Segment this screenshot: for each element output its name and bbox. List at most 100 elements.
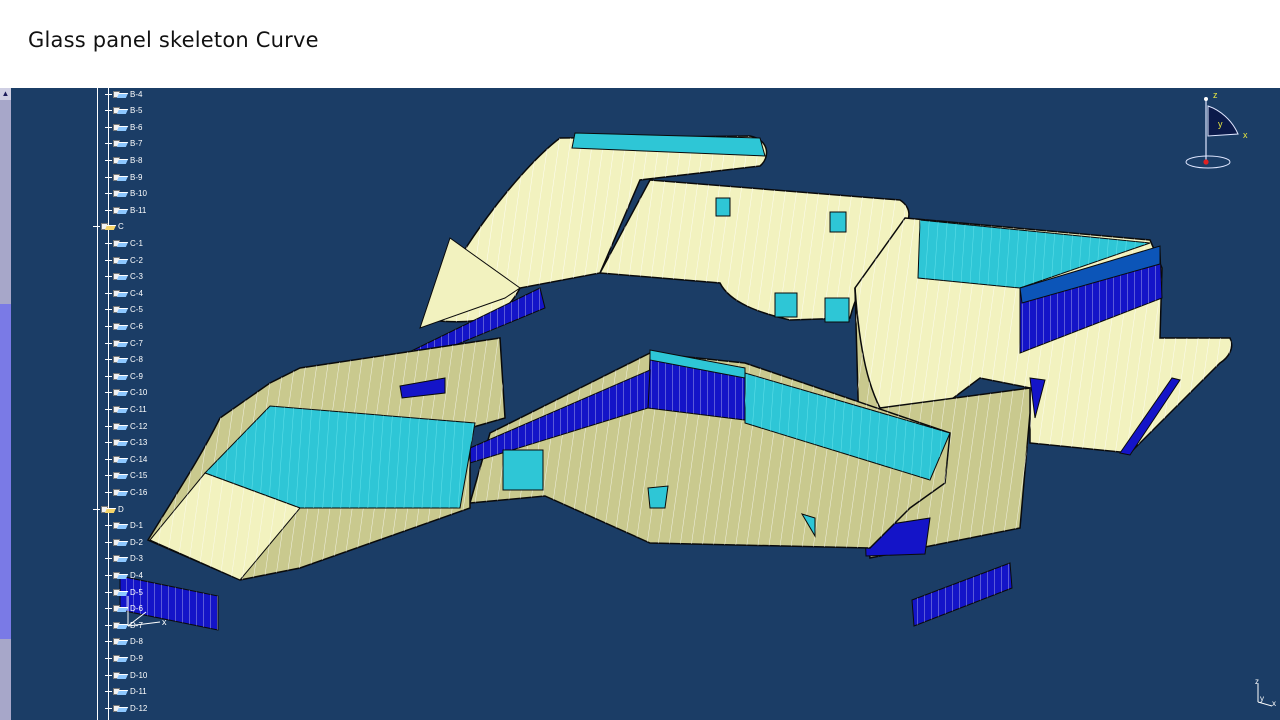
- tree-branch-line: [93, 508, 100, 510]
- tree-item-node[interactable]: C-13: [105, 436, 147, 450]
- tree-item-node[interactable]: B-9: [105, 170, 142, 184]
- tree-branch-line: [105, 242, 112, 244]
- tree-item-node[interactable]: B-4: [105, 88, 142, 101]
- sketch-curve-icon: [113, 521, 127, 530]
- sketch-curve-icon: [113, 289, 127, 298]
- tree-item-node[interactable]: B-6: [105, 120, 142, 134]
- tree-item-node[interactable]: C-7: [105, 336, 143, 350]
- tree-item-node[interactable]: D-1: [105, 519, 143, 533]
- sketch-curve-icon: [113, 156, 127, 165]
- sketch-curve-icon: [113, 388, 127, 397]
- tree-branch-line: [105, 93, 112, 95]
- tree-node-label: D-9: [130, 653, 143, 663]
- sketch-curve-icon: [113, 272, 127, 281]
- sketch-curve-icon: [113, 704, 127, 713]
- mini-z-label: z: [1255, 677, 1259, 686]
- tree-item-node[interactable]: C-12: [105, 419, 147, 433]
- tree-node-label: D-8: [130, 637, 143, 647]
- sketch-curve-icon: [113, 671, 127, 680]
- tree-item-node[interactable]: D-12: [105, 701, 147, 715]
- sketch-curve-icon: [113, 355, 127, 364]
- mini-y-label: y: [1260, 694, 1264, 703]
- tree-branch-line: [105, 691, 112, 693]
- tree-branch-line: [105, 342, 112, 344]
- tree-node-label: C-2: [130, 255, 143, 265]
- tree-item-node[interactable]: C-11: [105, 402, 147, 416]
- geometrical-set-icon: [101, 505, 115, 514]
- tree-item-node[interactable]: D-2: [105, 535, 143, 549]
- tree-branch-line: [105, 309, 112, 311]
- tree-branch-line: [105, 591, 112, 593]
- tree-branch-line: [105, 442, 112, 444]
- sketch-curve-icon: [113, 538, 127, 547]
- compass-z-label: z: [1213, 90, 1218, 100]
- tree-branch-line: [105, 674, 112, 676]
- tree-node-label: B-8: [130, 155, 143, 165]
- tree-item-node[interactable]: D-9: [105, 651, 143, 665]
- tree-branch-line: [105, 458, 112, 460]
- tree-item-node[interactable]: D-10: [105, 668, 147, 682]
- tree-node-label: B-10: [130, 189, 147, 199]
- sketch-curve-icon: [113, 173, 127, 182]
- tree-branch-line: [105, 657, 112, 659]
- tree-node-label: D-3: [130, 554, 143, 564]
- tree-item-node[interactable]: B-8: [105, 153, 142, 167]
- tree-branch-line: [105, 425, 112, 427]
- slide-title: Glass panel skeleton Curve: [28, 28, 319, 52]
- tree-item-node[interactable]: C-6: [105, 319, 143, 333]
- tree-group-node[interactable]: D: [93, 502, 124, 516]
- sketch-curve-icon: [113, 90, 127, 99]
- floating-axis-icon: x: [127, 596, 167, 627]
- sketch-curve-icon: [113, 405, 127, 414]
- geometrical-set-icon: [101, 222, 115, 231]
- tree-node-label: B-6: [130, 122, 143, 132]
- tree-item-node[interactable]: C-5: [105, 303, 143, 317]
- 3d-viewport[interactable]: ▲ B-4 B-5 B-6 B-7 B-8 B-9 B-10 B-11 C C-1 C-2 C-3 C-…: [0, 88, 1280, 720]
- tree-item-node[interactable]: C-14: [105, 452, 147, 466]
- tree-item-node[interactable]: C-9: [105, 369, 143, 383]
- sketch-curve-icon: [113, 637, 127, 646]
- tree-node-label: C-14: [130, 454, 148, 464]
- tree-item-node[interactable]: D-8: [105, 635, 143, 649]
- tree-group-node[interactable]: C: [93, 220, 124, 234]
- tree-branch-line: [105, 193, 112, 195]
- sketch-curve-icon: [113, 687, 127, 696]
- tree-item-node[interactable]: B-11: [105, 203, 146, 217]
- tree-node-label: C-4: [130, 288, 143, 298]
- tree-item-node[interactable]: B-5: [105, 104, 142, 118]
- tree-branch-line: [105, 126, 112, 128]
- tree-branch-line: [105, 209, 112, 211]
- detached-panel-right: [911, 562, 1013, 627]
- tree-item-node[interactable]: C-16: [105, 485, 147, 499]
- tree-node-label: C-16: [130, 487, 148, 497]
- tree-node-label: C-13: [130, 438, 148, 448]
- tree-item-node[interactable]: C-10: [105, 386, 147, 400]
- sketch-curve-icon: [113, 189, 127, 198]
- tree-item-node[interactable]: C-4: [105, 286, 143, 300]
- tree-item-node[interactable]: C-8: [105, 353, 143, 367]
- sketch-curve-icon: [113, 372, 127, 381]
- tree-branch-line: [105, 159, 112, 161]
- front-left-wing: [146, 337, 506, 581]
- tree-node-label: D-10: [130, 670, 148, 680]
- tree-node-label: D-2: [130, 537, 143, 547]
- tree-node-label: D: [118, 504, 124, 514]
- tree-item-node[interactable]: C-15: [105, 469, 147, 483]
- tree-node-label: C-7: [130, 338, 143, 348]
- compass-icon[interactable]: z y x: [1180, 90, 1250, 172]
- tree-item-node[interactable]: C-3: [105, 270, 143, 284]
- tree-item-node[interactable]: D-11: [105, 685, 147, 699]
- tree-item-node[interactable]: D-3: [105, 552, 143, 566]
- mini-axis-icon: z y x: [1255, 677, 1276, 708]
- sketch-curve-icon: [113, 106, 127, 115]
- sketch-curve-icon: [113, 256, 127, 265]
- tree-item-node[interactable]: C-1: [105, 236, 143, 250]
- tree-item-node[interactable]: C-2: [105, 253, 143, 267]
- sketch-curve-icon: [113, 471, 127, 480]
- sketch-curve-icon: [113, 438, 127, 447]
- tree-node-label: C-1: [130, 238, 143, 248]
- floating-x-label: x: [162, 617, 167, 627]
- tree-item-node[interactable]: B-7: [105, 137, 142, 151]
- tree-item-node[interactable]: B-10: [105, 187, 147, 201]
- compass-x-label: x: [1243, 130, 1248, 140]
